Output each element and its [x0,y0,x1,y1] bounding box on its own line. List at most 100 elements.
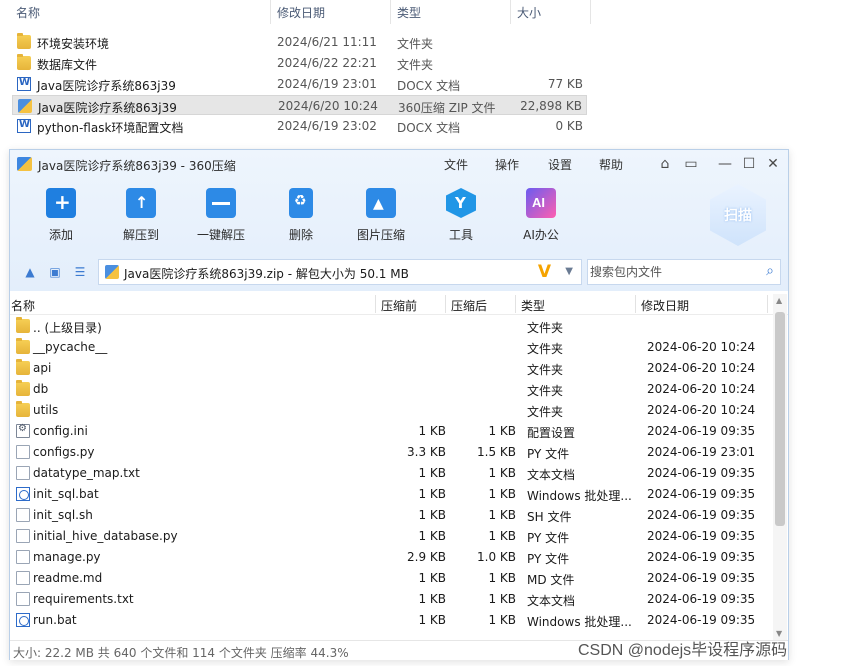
zip-icon [105,265,119,279]
archive-window: Java医院诊疗系统863j39 - 360压缩 文件 操作 设置 帮助 ⌂ ▭… [9,149,789,660]
file-type: 文件夹 [527,342,564,356]
file-date: 2024/6/19 23:02 [277,119,377,133]
column-modified[interactable]: 修改日期 [641,297,689,314]
file-row[interactable]: utils 文件夹 2024-06-20 10:24 [10,400,772,421]
menu-file[interactable]: 文件 [444,156,468,173]
ai-office-button[interactable]: AI办公 [509,188,573,246]
minimize-icon[interactable]: — [715,154,735,174]
explorer-row[interactable]: python-flask环境配置文档 2024/6/19 23:02 DOCX 文档… [12,116,587,136]
feedback-icon[interactable]: ▭ [681,154,701,174]
window-top-area: Java医院诊疗系统863j39 - 360压缩 文件 操作 设置 帮助 ⌂ ▭… [10,150,788,291]
vertical-scrollbar[interactable]: ▲ ▼ [773,294,787,640]
file-date: 2024/6/19 23:01 [277,77,377,91]
menu-settings[interactable]: 设置 [548,156,572,173]
folder-icon [16,401,30,417]
scrollbar-thumb[interactable] [775,312,785,526]
size-before: 1 KB [418,592,446,606]
column-date[interactable]: 修改日期 [277,4,325,21]
file-row[interactable]: __pycache__ 文件夹 2024-06-20 10:24 [10,337,772,358]
file-row[interactable]: .. (上级目录) 文件夹 [10,316,772,337]
column-compressed-after[interactable]: 压缩后 [451,297,487,314]
tools-button[interactable]: 工具 [429,188,493,246]
file-size: 77 KB [547,77,583,91]
column-name[interactable]: 名称 [11,297,35,314]
column-divider[interactable] [510,0,511,24]
column-divider[interactable] [390,0,391,24]
folder-icon [16,359,30,375]
file-date: 2024/6/20 10:24 [278,99,378,113]
size-after: 1.0 KB [477,550,516,564]
explorer-row[interactable]: 数据库文件 2024/6/22 22:21 文件夹 [12,53,587,73]
file-type: 配置设置 [527,426,576,440]
file-type: 文本文档 [527,594,576,608]
explorer-row[interactable]: Java医院诊疗系统863j39 2024/6/20 10:24 360压缩 ZIP… [12,95,587,115]
maximize-icon[interactable]: ☐ [739,154,759,174]
scan-button[interactable]: 扫描 [710,184,766,246]
file-row[interactable]: readme.md 1 KB 1 KB MD 文件 2024-06-19 09:35 [10,568,772,589]
chevron-down-icon[interactable]: ▼ [565,266,573,277]
search-input[interactable] [590,263,750,281]
search-icon[interactable]: ⌕ [766,263,774,279]
size-after: 1 KB [488,571,516,585]
file-row[interactable]: config.ini 1 KB 1 KB 配置设置 2024-06-19 09:35 [10,421,772,442]
file-row[interactable]: requirements.txt 1 KB 1 KB 文本文档 2024-06-19 0… [10,589,772,610]
file-modified: 2024-06-20 10:24 [647,361,756,375]
column-divider[interactable] [270,0,271,24]
column-type[interactable]: 类型 [397,4,421,21]
menu-operation[interactable]: 操作 [495,156,519,173]
file-modified: 2024-06-19 09:35 [647,613,756,627]
file-name: initial_hive_database.py [33,529,178,543]
explorer-row[interactable]: Java医院诊疗系统863j39 2024/6/19 23:01 DOCX 文档 77… [12,74,587,94]
title-bar[interactable]: Java医院诊疗系统863j39 - 360压缩 文件 操作 设置 帮助 ⌂ ▭… [10,150,788,178]
column-compressed-before[interactable]: 压缩前 [381,297,417,314]
menu-help[interactable]: 帮助 [599,156,623,173]
file-row[interactable]: init_sql.sh 1 KB 1 KB SH 文件 2024-06-19 09:35 [10,505,772,526]
explorer-row[interactable]: 环境安装环境 2024/6/21 11:11 文件夹 [12,32,587,52]
thumbnail-view-icon[interactable]: ▣ [48,265,62,279]
one-click-extract-button[interactable]: 一键解压 [189,188,253,246]
close-icon[interactable]: ✕ [763,154,783,174]
file-row[interactable]: api 文件夹 2024-06-20 10:24 [10,358,772,379]
file-modified: 2024-06-19 09:35 [647,487,756,501]
file-type: 360压缩 ZIP 文件 [398,101,496,115]
add-icon [46,188,76,218]
file-row[interactable]: datatype_map.txt 1 KB 1 KB 文本文档 2024-06-19 0… [10,463,772,484]
delete-label: 删除 [288,228,313,242]
extract-to-label: 解压到 [122,228,159,242]
file-type: Windows 批处理... [527,489,632,503]
scroll-up-icon[interactable]: ▲ [776,296,782,305]
column-type[interactable]: 类型 [521,297,545,314]
image-compress-button[interactable]: 图片压缩 [349,188,413,246]
column-divider[interactable] [445,295,446,313]
file-icon [16,550,30,564]
v-icon[interactable]: V [538,262,551,282]
file-row[interactable]: manage.py 2.9 KB 1.0 KB PY 文件 2024-06-19 09:… [10,547,772,568]
column-divider[interactable] [767,295,768,313]
extract-to-button[interactable]: 解压到 [109,188,173,246]
file-type: 文件夹 [527,384,564,398]
list-view-icon[interactable]: ☰ [73,265,87,279]
delete-button[interactable]: 删除 [269,188,333,246]
file-type: PY 文件 [527,552,570,566]
search-box[interactable]: ⌕ [587,259,781,285]
column-name[interactable]: 名称 [16,4,40,21]
file-row[interactable]: initial_hive_database.py 1 KB 1 KB PY 文件 202… [10,526,772,547]
column-divider[interactable] [635,295,636,313]
up-arrow-icon[interactable]: ▲ [23,265,37,279]
file-row[interactable]: run.bat 1 KB 1 KB Windows 批处理... 2024-06-19 … [10,610,772,631]
file-type: 文本文档 [527,468,576,482]
column-divider[interactable] [375,295,376,313]
add-button[interactable]: 添加 [29,188,93,246]
skin-icon[interactable]: ⌂ [655,154,675,174]
file-name: .. (上级目录) [33,321,102,335]
file-date: 2024/6/21 11:11 [277,35,377,49]
column-size[interactable]: 大小 [517,4,541,21]
file-row[interactable]: db 文件夹 2024-06-20 10:24 [10,379,772,400]
size-after: 1 KB [488,424,516,438]
file-row[interactable]: init_sql.bat 1 KB 1 KB Windows 批处理... 2024-0… [10,484,772,505]
file-row[interactable]: configs.py 3.3 KB 1.5 KB PY 文件 2024-06-19 23… [10,442,772,463]
archive-path-box[interactable]: Java医院诊疗系统863j39.zip - 解包大小为 50.1 MB V ▼ [98,259,582,285]
column-divider[interactable] [590,0,591,24]
column-divider[interactable] [515,295,516,313]
file-name: readme.md [33,571,103,585]
